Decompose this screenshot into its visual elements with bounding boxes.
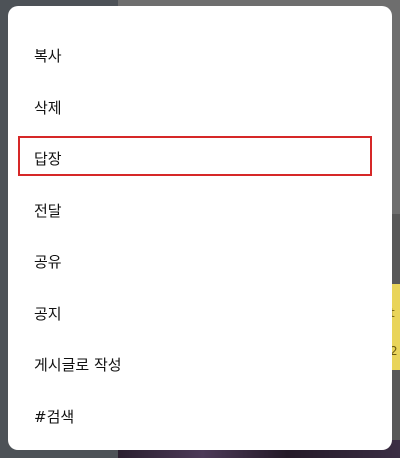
- menu-item-reply[interactable]: 답장: [8, 133, 392, 185]
- menu-item-label: 삭제: [34, 98, 62, 117]
- menu-item-label: 전달: [34, 201, 62, 220]
- menu-item-share[interactable]: 공유: [8, 236, 392, 288]
- menu-item-label: 답장: [34, 150, 62, 169]
- menu-item-label: 게시글로 작성: [34, 356, 122, 375]
- screen: t 2 복사 삭제 답장 전달 공유 공지 게시글로 작성 #검색: [0, 0, 400, 458]
- menu-item-label: 공유: [34, 253, 62, 272]
- menu-item-copy[interactable]: 복사: [8, 30, 392, 82]
- message-context-menu: 복사 삭제 답장 전달 공유 공지 게시글로 작성 #검색: [8, 6, 392, 450]
- menu-item-post[interactable]: 게시글로 작성: [8, 339, 392, 391]
- menu-item-forward[interactable]: 전달: [8, 185, 392, 237]
- menu-item-label: 공지: [34, 304, 62, 323]
- menu-item-notice[interactable]: 공지: [8, 288, 392, 340]
- menu-item-delete[interactable]: 삭제: [8, 82, 392, 134]
- menu-item-label: #검색: [34, 407, 75, 426]
- menu-item-search[interactable]: #검색: [8, 391, 392, 443]
- menu-item-label: 복사: [34, 47, 62, 66]
